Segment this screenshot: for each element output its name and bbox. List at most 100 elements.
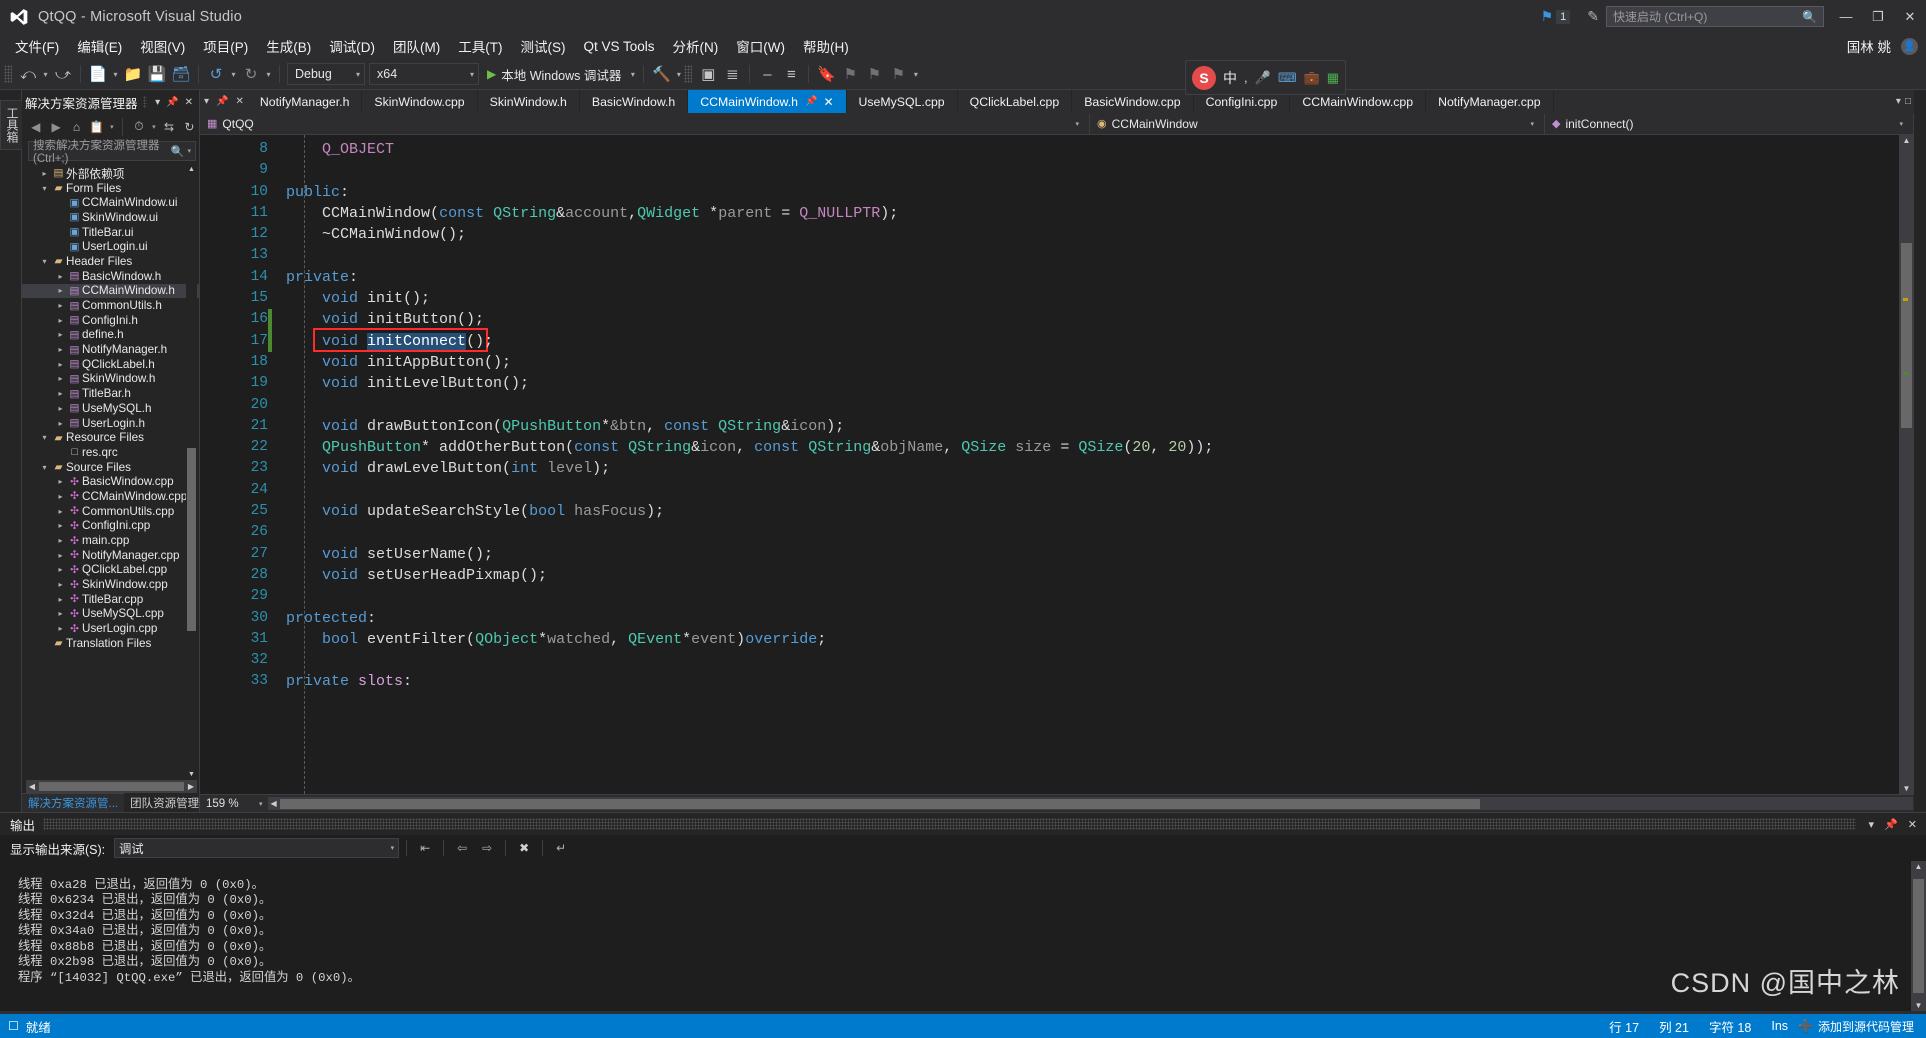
tree-item[interactable]: ▣ CCMainWindow.ui [22, 195, 199, 210]
minus-icon[interactable]: – [755, 62, 779, 86]
scroll-down-icon[interactable]: ▼ [1911, 1001, 1926, 1010]
redo-icon[interactable]: ↻ [239, 62, 263, 86]
avatar[interactable]: 👤 [1901, 37, 1918, 55]
expand-icon[interactable]: ▸ [54, 565, 67, 574]
solution-explorer-tree[interactable]: ▸ ▤ 外部依赖项 ▾ ▰ Form Files ▣ CCMainWindow.ui ▣ Skin… [22, 164, 199, 780]
expand-icon[interactable]: ▸ [54, 374, 67, 383]
tree-item[interactable]: ▸ ✣ UseMySQL.cpp [22, 607, 199, 622]
solution-configuration-select[interactable]: Debug ▾ [287, 63, 365, 85]
output-drag-dots[interactable] [43, 818, 1856, 830]
ime-mode-label[interactable]: 中 [1223, 68, 1237, 88]
expand-icon[interactable]: ▸ [54, 536, 67, 545]
menu-build[interactable]: 生成(B) [257, 33, 320, 59]
code-text-area[interactable]: Q_OBJECT public: CCMainWindow(const QStr… [276, 135, 1899, 794]
editor-tab-notifymanager-h[interactable]: NotifyManager.h [247, 90, 363, 113]
clear-all-icon[interactable]: ✖ [513, 838, 535, 858]
tree-item[interactable]: ▸ ✣ main.cpp [22, 533, 199, 548]
scroll-up-icon[interactable]: ▲ [1911, 862, 1926, 871]
tree-item[interactable]: ▸ ▤ QClickLabel.h [22, 357, 199, 372]
tree-item[interactable]: ▸ ✣ CommonUtils.cpp [22, 504, 199, 519]
close-icon[interactable]: ✕ [233, 96, 245, 107]
expand-icon[interactable]: ▸ [54, 360, 67, 369]
jump-to-icon[interactable]: ⇤ [414, 838, 436, 858]
properties-icon[interactable]: 📋 [87, 117, 106, 137]
tree-item[interactable]: ▣ TitleBar.ui [22, 225, 199, 240]
tree-item[interactable]: ▸ ▤ NotifyManager.h [22, 342, 199, 357]
hscroll-thumb[interactable] [39, 782, 184, 791]
panel-icon[interactable]: ▣ [696, 62, 720, 86]
menu-team[interactable]: 团队(M) [384, 33, 449, 59]
chevron-down-icon[interactable]: ▾ [1864, 818, 1880, 831]
tree-item[interactable]: ▰ Translation Files [22, 636, 199, 651]
zoom-level-control[interactable]: 159 % [200, 798, 254, 810]
scroll-right-icon[interactable]: ▶ [185, 782, 197, 791]
prev-icon[interactable]: ⇦ [451, 838, 473, 858]
arrow-back-icon[interactable]: ⤺ [16, 62, 40, 86]
search-caret-icon[interactable]: ▾ [187, 147, 191, 155]
code-line[interactable]: void updateSearchStyle(bool hasFocus); [276, 501, 1899, 522]
editor-tab-usemysql-cpp[interactable]: UseMySQL.cpp [846, 90, 958, 113]
code-line[interactable]: ~CCMainWindow(); [276, 224, 1899, 245]
tree-item[interactable]: ▣ SkinWindow.ui [22, 210, 199, 225]
equals-icon[interactable]: ≡ [779, 62, 803, 86]
search-icon[interactable]: 🔍 [1802, 10, 1817, 24]
microphone-icon[interactable]: 🎤 [1255, 70, 1271, 86]
code-line[interactable]: bool eventFilter(QObject*watched, QEvent… [276, 629, 1899, 650]
menu-view[interactable]: 视图(V) [131, 33, 194, 59]
save-icon[interactable]: 💾 [145, 62, 169, 86]
feedback-icon[interactable]: ✎ [1587, 8, 1599, 25]
editor-tab-skinwindow-h[interactable]: SkinWindow.h [477, 90, 580, 113]
expand-icon[interactable]: ▸ [54, 492, 67, 501]
scroll-up-icon[interactable]: ▲ [186, 166, 197, 173]
expand-icon[interactable]: ▸ [54, 316, 67, 325]
menu-window[interactable]: 窗口(W) [727, 33, 794, 59]
tree-item[interactable]: ▾ ▰ Form Files [22, 181, 199, 196]
sync-icon[interactable]: ⇆ [159, 117, 178, 137]
editor-tab-notifymanager-cpp[interactable]: NotifyManager.cpp [1426, 90, 1554, 113]
code-line[interactable] [276, 650, 1899, 671]
code-line[interactable]: void initAppButton(); [276, 352, 1899, 373]
pending-caret-icon[interactable]: ▾ [150, 123, 159, 131]
ime-punctuation-icon[interactable]: , [1244, 70, 1248, 85]
word-wrap-icon[interactable]: ↵ [550, 838, 572, 858]
new-project-icon[interactable]: 📄 [86, 62, 110, 86]
expand-icon[interactable]: ▸ [54, 595, 67, 604]
arrow-back-icon[interactable]: ◀ [26, 117, 45, 137]
pin-icon[interactable]: 📌 [214, 96, 230, 107]
menu-help[interactable]: 帮助(H) [794, 33, 858, 59]
code-line[interactable]: void initLevelButton(); [276, 373, 1899, 394]
new-dropdown-caret-icon[interactable]: ▾ [110, 62, 121, 86]
tree-item[interactable]: ▸ ▤ BasicWindow.h [22, 269, 199, 284]
open-file-icon[interactable]: 📁 [121, 62, 145, 86]
keyboard-icon[interactable]: ⌨ [1278, 70, 1297, 86]
pin-icon[interactable]: 📌 [1879, 818, 1903, 831]
flag-a-icon[interactable]: ⚑ [838, 62, 862, 86]
solution-explorer-vscrollbar[interactable]: ▲ ▼ [186, 166, 197, 778]
pending-changes-icon[interactable]: ⏱ [129, 117, 148, 137]
undo-caret-icon[interactable]: ▾ [228, 62, 239, 86]
tree-item[interactable]: ▸ ✣ QClickLabel.cpp [22, 563, 199, 578]
expand-icon[interactable]: ▸ [54, 330, 67, 339]
pin-icon[interactable]: 📌 [163, 97, 181, 108]
editor-horizontal-scrollbar[interactable]: ◀ [267, 797, 1913, 810]
add-to-source-control-button[interactable]: ➕ 添加到源代码管理 [1798, 1018, 1926, 1035]
skype-icon[interactable]: S [1192, 65, 1216, 90]
editor-tab-basicwindow-h[interactable]: BasicWindow.h [579, 90, 689, 113]
expand-icon[interactable]: ▸ [54, 286, 67, 295]
tree-item[interactable]: □ res.qrc [22, 445, 199, 460]
collapse-icon[interactable]: ▾ [38, 257, 51, 266]
quick-launch-input[interactable]: 快速启动 (Ctrl+Q) 🔍 [1606, 6, 1824, 27]
code-editor[interactable]: 8 9 10 11 12 13 14 15 16 17 18 19 20 21 22 23 24 25 26 27 28… [200, 135, 1914, 794]
zoom-caret-icon[interactable]: ▾ [254, 800, 268, 808]
editor-tab-qclicklabel-cpp[interactable]: QClickLabel.cpp [957, 90, 1073, 113]
tab-solution-explorer[interactable]: 解决方案资源管... [22, 793, 125, 812]
expand-icon[interactable]: ▸ [54, 272, 67, 281]
menu-test[interactable]: 测试(S) [512, 33, 575, 59]
editor-tab-ccmainwindow-h[interactable]: CCMainWindow.h 📌 ✕ [688, 90, 847, 113]
tree-item[interactable]: ▸ ▤ 外部依赖项 [22, 166, 199, 181]
expand-icon[interactable]: ▸ [54, 345, 67, 354]
close-icon[interactable]: ✕ [182, 97, 196, 108]
minimize-button[interactable]: — [1830, 0, 1862, 33]
magnifier-icon[interactable]: 🔍 [171, 145, 185, 158]
expand-icon[interactable]: ▸ [54, 389, 67, 398]
